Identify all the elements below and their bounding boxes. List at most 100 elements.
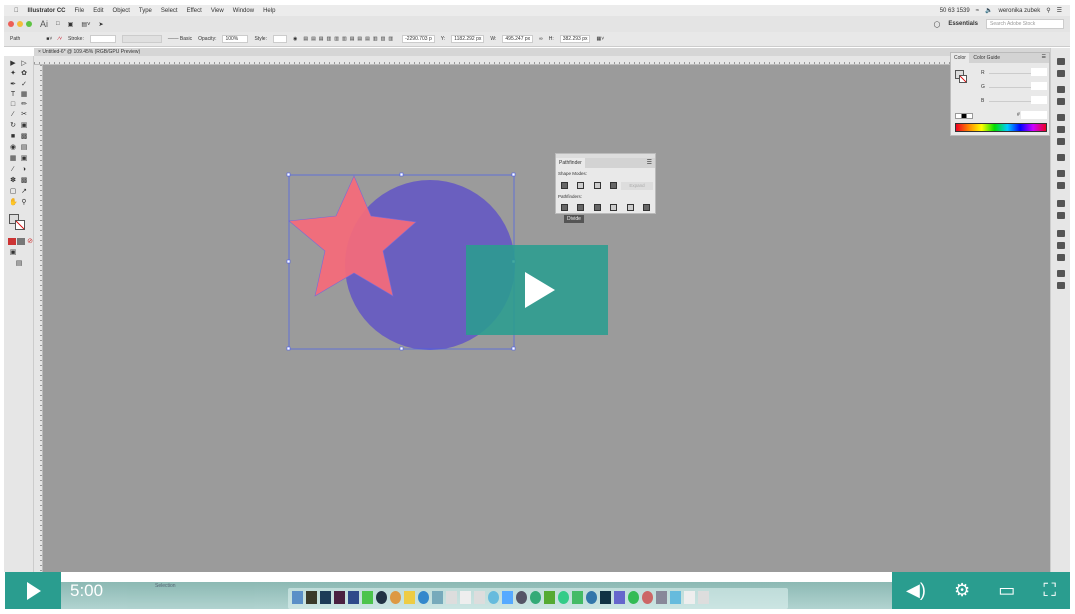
scale-tool-icon[interactable]: ▣	[20, 122, 28, 129]
r-slider[interactable]	[989, 73, 1037, 74]
fullscreen-icon[interactable]: ⛶	[1043, 580, 1056, 601]
stroke-color-swatch[interactable]	[15, 220, 25, 230]
apple-icon[interactable]: 	[14, 8, 19, 14]
menu-view[interactable]: View	[211, 8, 224, 14]
align-icon[interactable]	[1057, 170, 1065, 177]
artboard-tool-icon[interactable]: ▢	[9, 188, 17, 195]
none-mode-icon[interactable]: ⊘	[26, 238, 34, 245]
color-panel-icon[interactable]	[1057, 58, 1065, 65]
play-button[interactable]	[5, 572, 61, 609]
menu-type[interactable]: Type	[139, 8, 152, 14]
workspace-switcher[interactable]: Essentials	[948, 21, 978, 27]
big-play-button[interactable]	[466, 245, 608, 335]
pen-tool-icon[interactable]: ✒	[9, 81, 17, 88]
document-tab[interactable]: × Untitled-6* @ 109.45% (RGB/GPU Preview…	[34, 48, 1050, 56]
rocket-icon[interactable]: ➤	[99, 21, 104, 28]
gradient-icon[interactable]	[1057, 126, 1065, 133]
opacity-input[interactable]: 100%	[222, 35, 249, 43]
link-icon[interactable]: ∞	[539, 36, 543, 42]
w-field[interactable]: 495.247 px	[502, 35, 534, 43]
unite-icon[interactable]	[561, 182, 568, 189]
horizontal-ruler[interactable]	[34, 56, 1048, 65]
recolor-icon[interactable]: ◉	[293, 36, 297, 42]
pathfinder-tab[interactable]: Pathfinder	[556, 158, 585, 168]
menu-effect[interactable]: Effect	[187, 8, 202, 14]
stroke-weight-input[interactable]	[89, 35, 116, 43]
draw-mode-icon[interactable]: ▣	[9, 249, 17, 256]
trim-icon[interactable]	[577, 204, 584, 211]
magic-wand-icon[interactable]: ✦	[9, 70, 17, 77]
selection-tool-icon[interactable]: ▶	[9, 60, 17, 67]
mesh-tool-icon[interactable]: ▦	[9, 155, 17, 162]
menu-select[interactable]: Select	[161, 8, 178, 14]
menu-object[interactable]: Object	[113, 8, 130, 14]
panel-menu-icon[interactable]: ☰	[647, 159, 652, 166]
pathfinder-icon[interactable]	[1057, 182, 1065, 189]
shape-builder-icon[interactable]: ◉	[9, 144, 17, 151]
line-tool-icon[interactable]: ▦	[20, 91, 28, 98]
curvature-tool-icon[interactable]: ✓	[20, 81, 28, 88]
b-input[interactable]	[1031, 96, 1047, 104]
align-icons[interactable]: ▤▤▤▥▥▥▤▤▤▥▥▥	[303, 36, 396, 42]
g-slider[interactable]	[989, 87, 1037, 88]
paragraph-icon[interactable]	[1057, 242, 1065, 249]
panel-menu-icon[interactable]: ☰	[1042, 54, 1046, 60]
brushes-icon[interactable]	[1057, 98, 1065, 105]
minimize-window-button[interactable]	[17, 21, 23, 27]
spotlight-icon[interactable]: ⚲	[1046, 7, 1050, 14]
type-tool-icon[interactable]: T	[9, 91, 17, 98]
eyedropper-icon[interactable]: ∕	[9, 166, 17, 173]
zoom-window-button[interactable]	[26, 21, 32, 27]
crop-icon[interactable]	[610, 204, 617, 211]
close-window-button[interactable]	[8, 21, 14, 27]
b-slider[interactable]	[989, 101, 1037, 102]
hand-tool-icon[interactable]: ✋	[9, 199, 18, 206]
settings-gear-icon[interactable]: ⚙	[954, 580, 970, 601]
transform-icon[interactable]: ▦˅	[596, 36, 604, 42]
minus-front-icon[interactable]	[577, 182, 584, 189]
menu-file[interactable]: File	[75, 8, 85, 14]
perspective-grid-icon[interactable]: ▤	[20, 144, 28, 151]
merge-icon[interactable]	[594, 204, 601, 211]
stroke-swatch[interactable]	[959, 75, 967, 83]
symbol-sprayer-icon[interactable]: ✽	[9, 177, 17, 184]
vertical-ruler[interactable]	[34, 65, 43, 572]
menu-window[interactable]: Window	[233, 8, 254, 14]
brush-select[interactable]: ─── Basic	[168, 36, 192, 42]
g-input[interactable]	[1031, 82, 1047, 90]
blend-tool-icon[interactable]: ◑	[20, 166, 28, 173]
opentype-icon[interactable]	[1057, 254, 1065, 261]
gradient-mode-icon[interactable]	[17, 238, 25, 245]
gradient-tool-icon[interactable]: ▣	[20, 155, 28, 162]
scissors-icon[interactable]: ✂	[20, 111, 28, 118]
intersect-icon[interactable]	[594, 182, 601, 189]
r-input[interactable]	[1031, 68, 1047, 76]
color-spectrum[interactable]	[955, 123, 1047, 132]
hex-input[interactable]	[1021, 111, 1047, 119]
bridge-icon[interactable]: □	[56, 21, 60, 27]
direct-selection-tool-icon[interactable]: ▷	[20, 60, 28, 67]
libraries-icon[interactable]	[1057, 282, 1065, 289]
stroke-icon[interactable]	[1057, 114, 1065, 121]
character-icon[interactable]	[1057, 230, 1065, 237]
none-black-white-swatches[interactable]	[955, 113, 973, 119]
lasso-icon[interactable]: ✿	[20, 70, 28, 77]
user-name[interactable]: weronika zubek	[999, 8, 1041, 14]
volume-button[interactable]: ◀)	[906, 580, 926, 601]
appearance-icon[interactable]	[1057, 200, 1065, 207]
color-guide-tab[interactable]: Color Guide	[970, 53, 1003, 63]
zoom-tool-icon[interactable]: ⚲	[20, 199, 28, 206]
outline-icon[interactable]	[627, 204, 634, 211]
arrange-documents-icon[interactable]: ▤˅	[81, 21, 90, 28]
dock-apps[interactable]	[288, 588, 788, 607]
rectangle-tool-icon[interactable]: □	[9, 101, 17, 108]
list-icon[interactable]: ☰	[1057, 7, 1062, 14]
menu-help[interactable]: Help	[263, 8, 275, 14]
style-select[interactable]	[272, 35, 287, 43]
fill-swatch[interactable]: ■˅	[46, 36, 52, 42]
volume-icon[interactable]: 🔈	[985, 7, 992, 14]
transform-icon[interactable]	[1057, 154, 1065, 161]
divide-icon[interactable]	[561, 204, 568, 211]
search-stock-input[interactable]: Search Adobe Stock	[986, 19, 1064, 29]
variable-width-select[interactable]	[121, 35, 162, 43]
